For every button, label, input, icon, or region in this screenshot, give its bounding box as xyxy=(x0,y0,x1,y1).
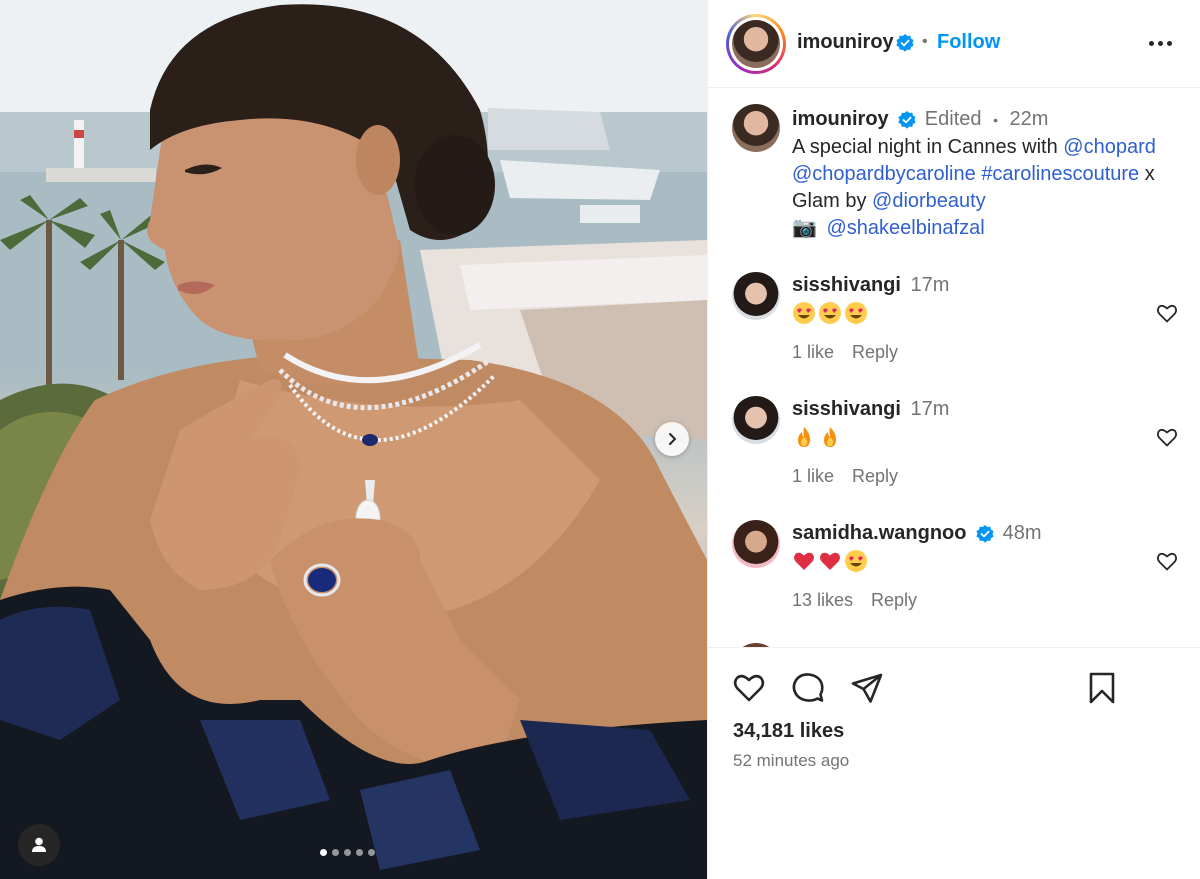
verified-badge-icon xyxy=(976,524,994,543)
post-timestamp[interactable]: 52 minutes ago xyxy=(733,751,849,771)
commenter-username[interactable]: sisshivangi xyxy=(792,398,901,420)
caption-body: imouniroy Edited • 22m A special night i… xyxy=(792,106,1182,242)
post-like-count[interactable]: 34,181 likes xyxy=(733,720,844,743)
comment-like-count[interactable]: 13 likes xyxy=(792,590,853,611)
comment-emojis xyxy=(792,301,868,325)
author-story-ring[interactable] xyxy=(726,14,786,74)
comment-like-count[interactable]: 1 like xyxy=(792,342,834,363)
user-icon xyxy=(32,837,46,852)
next-photo-button[interactable] xyxy=(655,422,689,456)
post-panel: imouniroy • Follow imouniroy Edited • 22… xyxy=(707,0,1200,879)
verified-badge-icon xyxy=(898,110,916,129)
heart-eyes-emoji-icon xyxy=(845,550,867,572)
more-dot xyxy=(1148,40,1154,46)
red-heart-emoji-icon xyxy=(820,552,840,570)
mention-link[interactable]: @shakeelbinafzal xyxy=(826,217,984,239)
carousel-dot xyxy=(344,849,351,856)
fire-emoji-icon xyxy=(798,427,810,447)
comment-item: sisshivangi 17m 1 like Reply xyxy=(732,396,1182,506)
red-heart-emoji-icon xyxy=(794,552,814,570)
caption-text: x xyxy=(1139,163,1155,185)
comment-icon[interactable] xyxy=(790,670,826,706)
post-actions: 34,181 likes 52 minutes ago xyxy=(708,647,1200,879)
comment-time[interactable]: 48m xyxy=(1003,522,1042,544)
comment-time[interactable]: 17m xyxy=(911,274,950,296)
post-photo[interactable] xyxy=(0,0,707,879)
mention-link[interactable]: @chopardbycaroline xyxy=(792,163,976,185)
author-avatar[interactable] xyxy=(732,20,780,68)
camera-emoji: 📷 xyxy=(792,217,817,239)
like-heart-icon[interactable] xyxy=(731,670,767,706)
reply-button[interactable]: Reply xyxy=(852,466,898,487)
like-comment-heart-icon[interactable] xyxy=(1155,549,1179,573)
chevron-right-icon xyxy=(669,433,676,445)
more-dot xyxy=(1166,40,1172,46)
fire-emoji-icon xyxy=(824,427,836,447)
hashtag-link[interactable]: #carolinescouture xyxy=(981,163,1139,185)
mention-link[interactable]: @diorbeauty xyxy=(872,190,986,212)
caption-edited: Edited xyxy=(924,108,982,130)
photo-scene xyxy=(0,0,707,879)
heart-eyes-emoji-icon xyxy=(819,302,841,324)
commenter-username[interactable]: samidha.wangnoo xyxy=(792,522,966,544)
comment-item: samidha.wangnoo 48m 13 likes Reply xyxy=(732,520,1182,630)
mention-link[interactable]: @chopard xyxy=(1063,136,1156,158)
post-header: imouniroy • Follow xyxy=(708,0,1200,88)
reply-button[interactable]: Reply xyxy=(871,590,917,611)
carousel-dot xyxy=(332,849,339,856)
comment-emojis xyxy=(792,425,842,449)
comment-emojis xyxy=(792,549,868,573)
reply-button[interactable]: Reply xyxy=(852,342,898,363)
caption-dot: • xyxy=(993,112,998,128)
carousel-dots xyxy=(320,849,375,856)
bookmark-icon[interactable] xyxy=(1084,670,1120,706)
caption-time[interactable]: 22m xyxy=(1010,108,1049,130)
like-comment-heart-icon[interactable] xyxy=(1155,301,1179,325)
verified-badge-icon xyxy=(896,34,914,52)
more-dot xyxy=(1157,40,1163,46)
commenter-avatar[interactable] xyxy=(732,520,780,568)
like-comment-heart-icon[interactable] xyxy=(1155,425,1179,449)
carousel-dot xyxy=(368,849,375,856)
carousel-dot xyxy=(356,849,363,856)
comment-time[interactable]: 17m xyxy=(911,398,950,420)
more-options-button[interactable] xyxy=(1145,33,1175,53)
caption-text: Glam by xyxy=(792,190,873,212)
tagged-users-button[interactable] xyxy=(18,824,60,866)
author-username[interactable]: imouniroy xyxy=(797,31,894,54)
carousel-dot xyxy=(320,849,327,856)
commenter-avatar[interactable] xyxy=(732,396,780,444)
comment-like-count[interactable]: 1 like xyxy=(792,466,834,487)
share-icon[interactable] xyxy=(849,670,885,706)
header-separator: • xyxy=(922,33,928,50)
follow-button[interactable]: Follow xyxy=(937,31,1000,54)
commenter-avatar[interactable] xyxy=(732,272,780,320)
comment-item: sisshivangi 17m 1 like Reply xyxy=(732,272,1182,382)
caption-text: A special night in Cannes with xyxy=(792,136,1064,158)
heart-eyes-emoji-icon xyxy=(845,302,867,324)
caption-avatar[interactable] xyxy=(732,104,780,152)
commenter-username[interactable]: sisshivangi xyxy=(792,274,901,296)
comments-section[interactable]: imouniroy Edited • 22m A special night i… xyxy=(708,89,1200,647)
caption-username[interactable]: imouniroy xyxy=(792,108,889,130)
heart-eyes-emoji-icon xyxy=(793,302,815,324)
